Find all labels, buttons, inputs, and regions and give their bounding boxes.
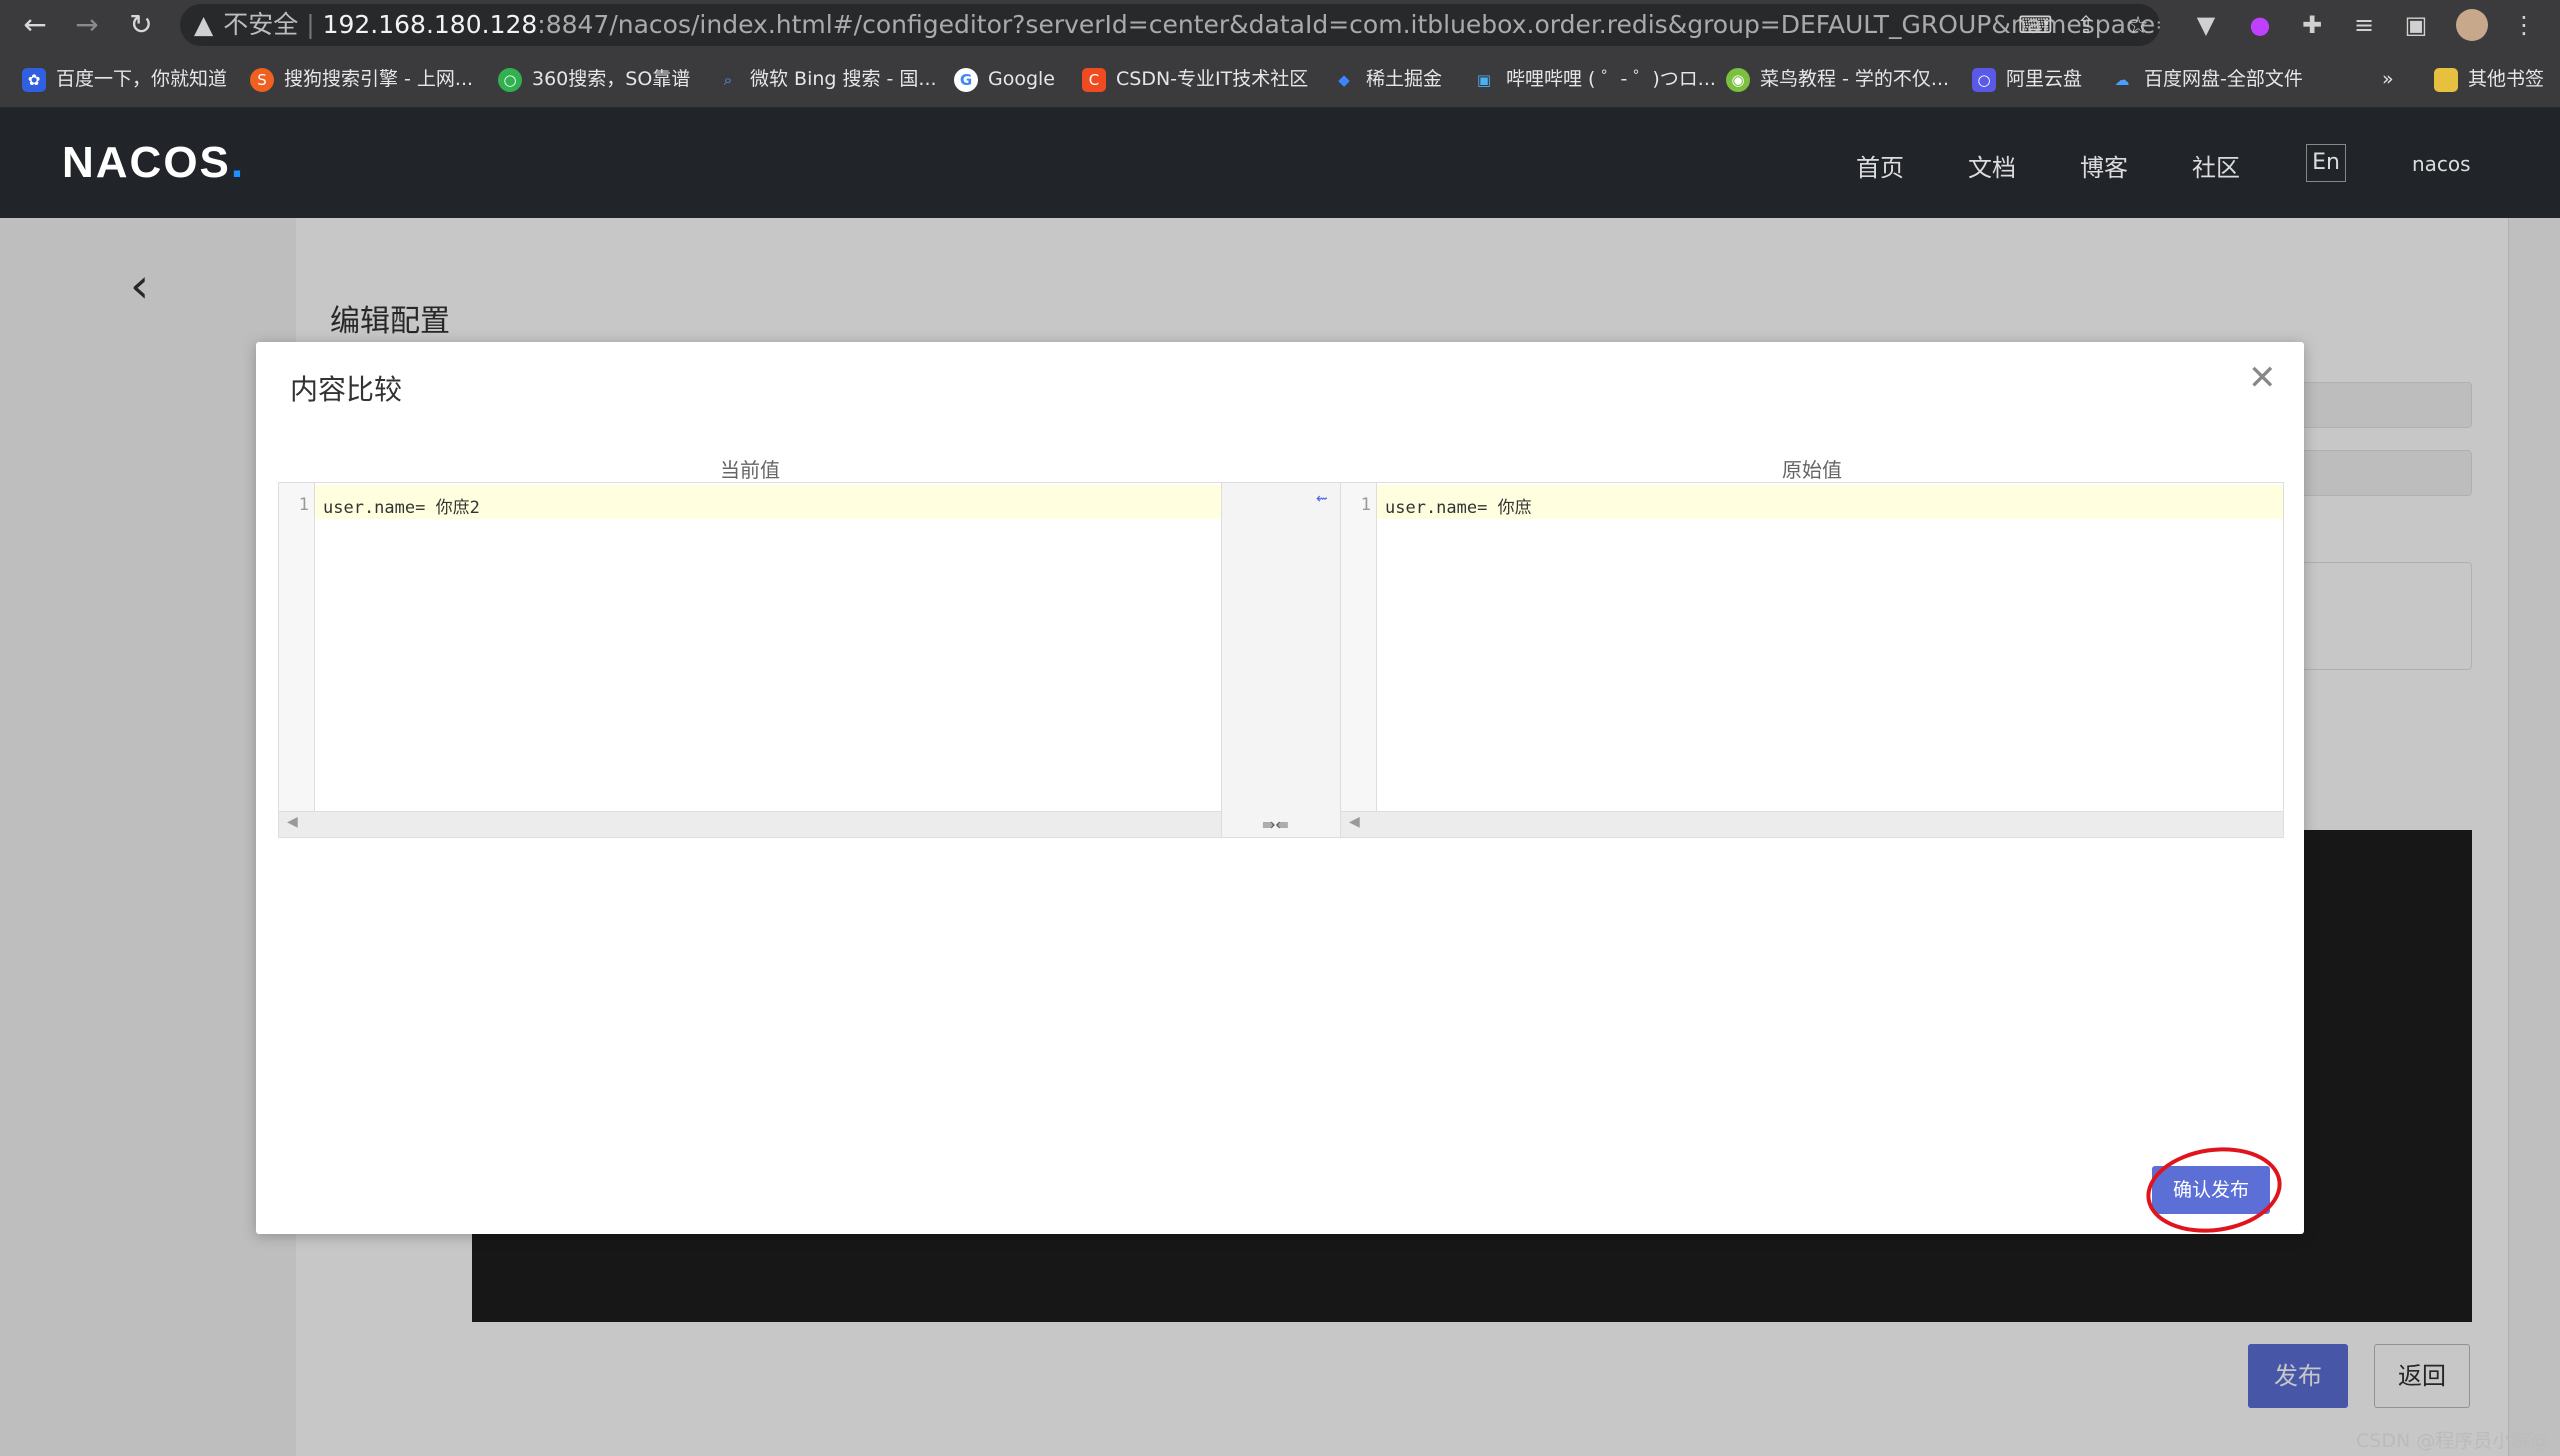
annotation-circle xyxy=(2140,1138,2288,1242)
baidu-icon: ✿ xyxy=(22,67,46,92)
bookmark-item[interactable]: ○ 360搜索，SO靠谱 xyxy=(498,64,690,94)
baidu-netdisk-icon: ☁ xyxy=(2114,70,2130,89)
horizontal-scrollbar[interactable]: ◀ xyxy=(279,811,1221,837)
close-icon[interactable]: ✕ xyxy=(2248,358,2277,398)
line-number: 1 xyxy=(298,495,309,515)
scroll-left-icon[interactable]: ◀ xyxy=(1349,814,1360,830)
original-value-editor[interactable]: 1 user.name= 你庶 ◀ xyxy=(1340,482,2284,838)
address-bar[interactable]: ▲ 不安全 | 192.168.180.128:8847/nacos/index.… xyxy=(180,4,2160,46)
avatar[interactable] xyxy=(2456,9,2488,41)
so360-icon: ○ xyxy=(498,67,522,92)
nav-community[interactable]: 社区 xyxy=(2192,148,2240,183)
bookmark-item[interactable]: ◆ 稀土掘金 xyxy=(1332,64,1442,94)
csdn-icon: C xyxy=(1082,67,1106,92)
bookmark-item[interactable]: ⌕ 微软 Bing 搜索 - 国... xyxy=(716,64,937,94)
bookmark-item[interactable]: ◉ 菜鸟教程 - 学的不仅... xyxy=(1726,64,1949,94)
current-value-editor[interactable]: 1 user.name= 你庶2 ◀ xyxy=(278,482,1222,838)
bookmark-star-icon[interactable]: ☆ xyxy=(2122,9,2154,41)
translate-icon[interactable]: ⌨ xyxy=(2018,9,2053,41)
extensions-icon[interactable]: ✚ xyxy=(2296,9,2328,41)
bookmark-item[interactable]: G Google xyxy=(954,64,1055,94)
scroll-left-icon[interactable]: ◀ xyxy=(287,814,298,830)
back-icon[interactable]: ← xyxy=(18,8,52,42)
line-gutter: 1 xyxy=(1341,483,1377,837)
bookmark-item[interactable]: ▣ 哔哩哔哩 ( ゜- ゜)つロ... xyxy=(1472,64,1716,94)
nav-blog[interactable]: 博客 xyxy=(2080,148,2128,183)
warning-icon: ▲ xyxy=(194,10,214,39)
bookmark-item[interactable]: C CSDN-专业IT技术社区 xyxy=(1082,64,1308,94)
diff-dialog: 内容比较 ✕ 当前值 原始值 1 user.name= 你庶2 ◀ ⇜ ⇛⇚ 1… xyxy=(256,342,2304,1242)
merge-gutter: ⇜ ⇛⇚ xyxy=(1222,482,1340,838)
language-switch[interactable]: En xyxy=(2306,144,2346,182)
vue-devtools-icon[interactable]: ▼ xyxy=(2190,9,2222,41)
url-rest: :8847/nacos/index.html#/configeditor?ser… xyxy=(537,10,2160,39)
current-value-label: 当前值 xyxy=(720,458,780,482)
merge-arrow-icon[interactable]: ⇜ xyxy=(1316,491,1328,507)
bing-search-icon: ⌕ xyxy=(723,70,733,89)
sogou-icon: S xyxy=(250,67,274,92)
original-value-label: 原始值 xyxy=(1782,458,1842,482)
folder-icon xyxy=(2434,67,2458,92)
bookmark-other[interactable]: 其他书签 xyxy=(2434,64,2544,94)
url-host: 192.168.180.128 xyxy=(322,10,538,39)
runoob-icon: ◉ xyxy=(1726,67,1750,92)
reload-icon[interactable]: ↻ xyxy=(124,8,158,42)
dialog-title: 内容比较 xyxy=(290,373,403,406)
bookmark-item[interactable]: S 搜狗搜索引擎 - 上网... xyxy=(250,64,473,94)
juejin-icon: ◆ xyxy=(1338,70,1350,89)
horizontal-scrollbar[interactable]: ◀ xyxy=(1341,811,2283,837)
code-line: user.name= 你庶2 xyxy=(323,498,480,518)
google-icon: G xyxy=(954,67,978,92)
media-icon[interactable]: ≡ xyxy=(2348,9,2380,41)
nacos-logo[interactable]: NACOS. xyxy=(62,138,245,188)
bookmarks-bar: ✿ 百度一下，你就知道 S 搜狗搜索引擎 - 上网... ○ 360搜索，SO靠谱 ⌕… xyxy=(0,50,2560,108)
bookmark-item[interactable]: ✿ 百度一下，你就知道 xyxy=(22,64,227,94)
watermark: CSDN @程序员小院@ xyxy=(2356,1430,2550,1452)
forward-icon[interactable]: → xyxy=(70,8,104,42)
nav-home[interactable]: 首页 xyxy=(1856,148,1904,183)
line-number: 1 xyxy=(1360,495,1371,515)
app-header: NACOS. 首页 文档 博客 社区 En nacos xyxy=(0,108,2560,218)
browser-toolbar: ← → ↻ ▲ 不安全 | 192.168.180.128:8847/nacos/… xyxy=(0,0,2560,50)
share-icon[interactable]: ⇪ xyxy=(2070,9,2102,41)
merge-all-icon[interactable]: ⇛⇚ xyxy=(1262,815,1289,834)
bookmark-item[interactable]: ○ 阿里云盘 xyxy=(1972,64,2082,94)
aliyundrive-icon: ○ xyxy=(1972,67,1996,92)
sidepanel-icon[interactable]: ▣ xyxy=(2400,9,2432,41)
bilibili-icon: ▣ xyxy=(1476,70,1492,89)
bookmarks-more[interactable]: » xyxy=(2382,64,2394,94)
extension-purple-icon[interactable]: ● xyxy=(2244,9,2276,41)
menu-icon[interactable]: ⋮ xyxy=(2508,9,2540,41)
line-gutter: 1 xyxy=(279,483,315,837)
user-name[interactable]: nacos xyxy=(2412,152,2471,176)
nav-docs[interactable]: 文档 xyxy=(1968,148,2016,183)
bookmark-item[interactable]: ☁ 百度网盘-全部文件 xyxy=(2110,64,2303,94)
code-line: user.name= 你庶 xyxy=(1385,498,1532,518)
security-label: 不安全 xyxy=(223,10,299,39)
